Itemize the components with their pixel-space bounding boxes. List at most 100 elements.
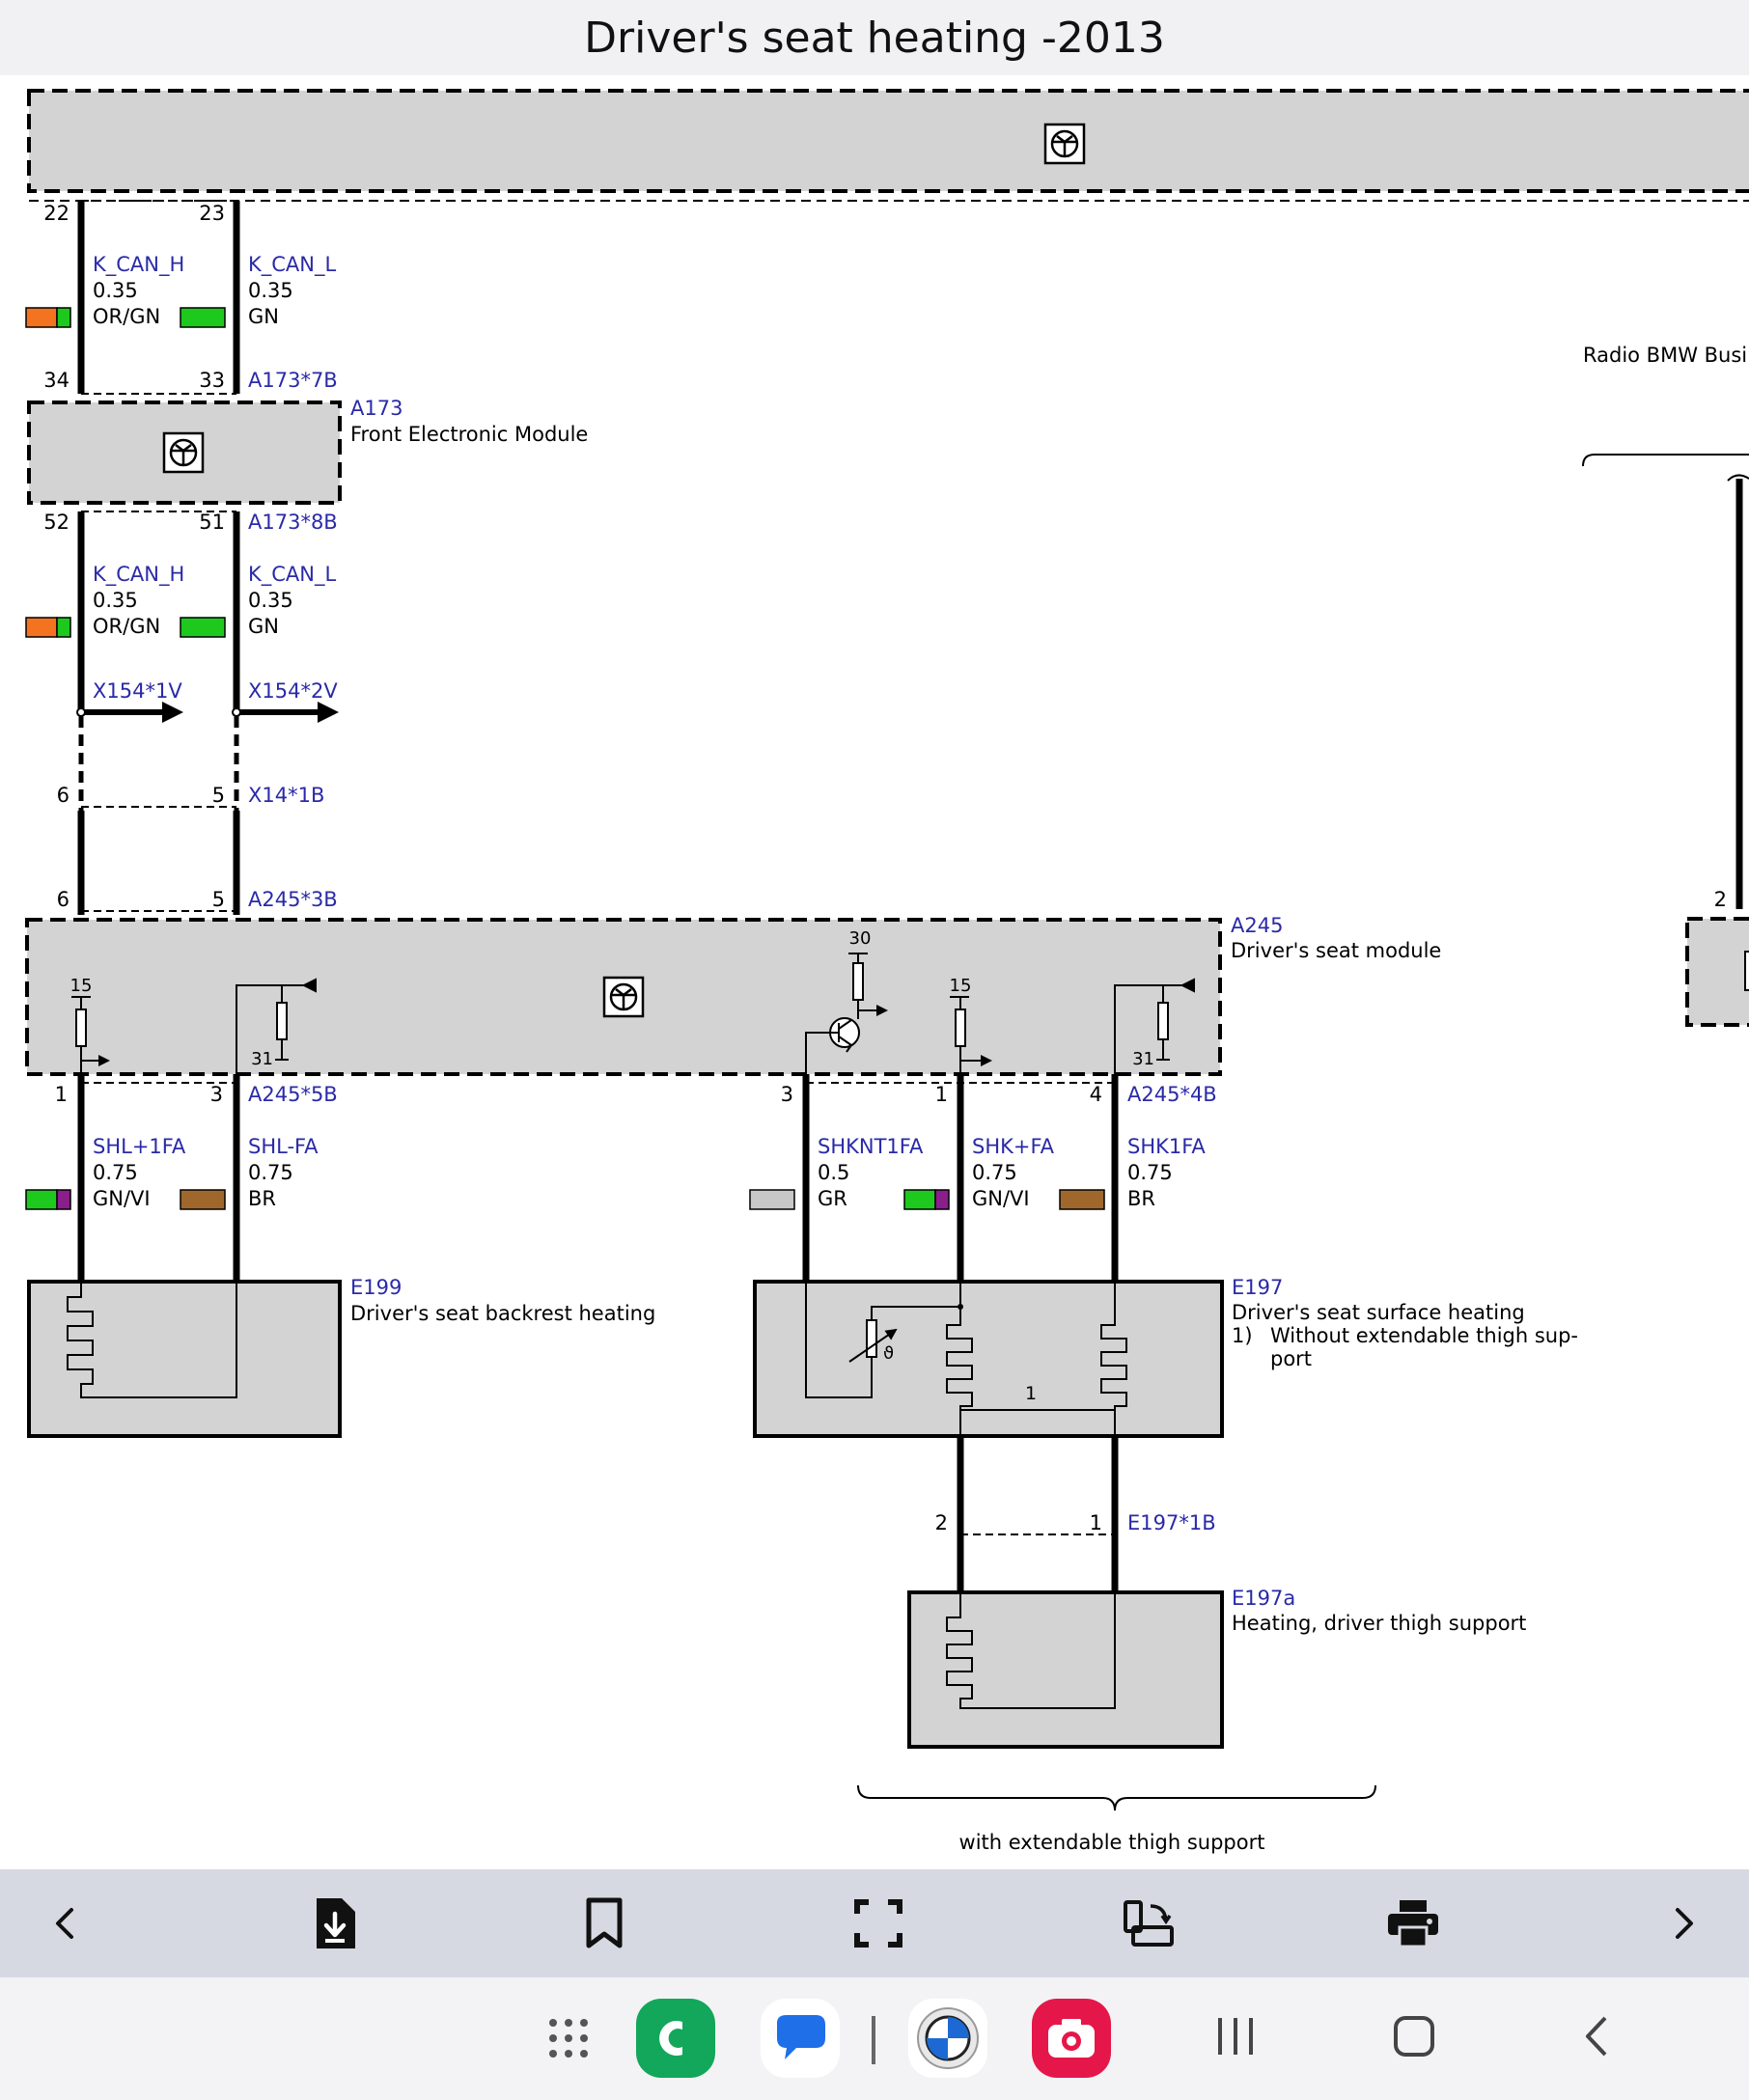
- pin-label: 3: [781, 1083, 793, 1106]
- wire-signal: SHL-FA: [248, 1135, 319, 1158]
- module-a173: [27, 401, 342, 505]
- rotate-screen-button[interactable]: [1106, 1881, 1191, 1966]
- component-e197a: [907, 1590, 1224, 1749]
- color-swatch-orange-green: [25, 307, 71, 328]
- footnote-text: port: [1270, 1347, 1312, 1370]
- module-name: Driver's seat module: [1231, 939, 1441, 962]
- fullscreen-icon: [854, 1899, 902, 1948]
- app-drawer-button[interactable]: [537, 2006, 600, 2070]
- title-bar: Driver's seat heating -2013: [0, 0, 1749, 75]
- branch-arrow: [240, 702, 339, 723]
- fullscreen-button[interactable]: [836, 1881, 921, 1966]
- print-button[interactable]: [1371, 1881, 1456, 1966]
- wire-color: GN/VI: [93, 1187, 151, 1210]
- component-name: Heating, driver thigh support: [1232, 1612, 1526, 1635]
- pin-label: 2: [935, 1511, 948, 1534]
- bmw-app-button[interactable]: [908, 1999, 987, 2078]
- wire-gauge: 0.35: [93, 279, 138, 302]
- wire-signal: K_CAN_L: [248, 253, 337, 277]
- wire-signal: SHL+1FA: [93, 1135, 186, 1158]
- next-page-button[interactable]: [1641, 1881, 1726, 1966]
- phone-app-button[interactable]: [636, 1999, 715, 2078]
- camera-app-icon: [1048, 2019, 1095, 2058]
- component-e197: ϑ 1: [753, 1280, 1224, 1438]
- camera-app-button[interactable]: [1032, 1999, 1111, 2078]
- module-id: A173: [350, 397, 403, 420]
- terminal-label: 15: [950, 976, 972, 996]
- connector-label: A245*5B: [248, 1083, 338, 1106]
- bus-module-icon: [1043, 123, 1086, 165]
- pin-label: 22: [43, 202, 69, 225]
- rotate-screen-icon: [1124, 1900, 1174, 1947]
- recents-button[interactable]: [1206, 2006, 1265, 2066]
- wire-color: OR/GN: [93, 305, 160, 328]
- pin-label: 23: [199, 202, 225, 225]
- wire-gauge: 0.35: [248, 279, 293, 302]
- wire-color: OR/GN: [93, 615, 160, 638]
- pin-label: 33: [199, 369, 225, 392]
- pin-label: 1: [55, 1083, 68, 1106]
- wire-gauge: 0.75: [972, 1161, 1017, 1184]
- wire-color: GN: [248, 615, 279, 638]
- print-icon: [1388, 1900, 1438, 1948]
- color-swatch-brown: [180, 1189, 226, 1210]
- wire-gauge: 0.75: [93, 1161, 138, 1184]
- messages-app-icon: [777, 2015, 825, 2059]
- pin-label: 34: [43, 369, 69, 392]
- bookmark-button[interactable]: [562, 1881, 647, 1966]
- color-swatch-green-violet: [25, 1189, 71, 1210]
- back-icon: [1586, 2016, 1607, 2057]
- color-swatch-orange-green: [25, 617, 71, 638]
- connector-label: A173*8B: [248, 511, 338, 534]
- radio-name: Radio BMW Busi: [1583, 344, 1747, 367]
- terminal-label: 31: [1132, 1049, 1154, 1069]
- bridge-label: 1: [1025, 1383, 1037, 1404]
- pin-label: 5: [212, 888, 225, 911]
- connector-label: A173*7B: [248, 369, 338, 392]
- wiring-diagram: 22 23 K_CAN_H 0.35 OR/GN K_CAN_L 0.35 GN…: [25, 89, 1749, 1854]
- wire-signal: SHKNT1FA: [818, 1135, 924, 1158]
- connector-label: X154*2V: [248, 679, 338, 703]
- radio-module-partial: [1685, 917, 1749, 1027]
- color-swatch-green: [180, 307, 226, 328]
- bmw-app-icon: [917, 2007, 979, 2069]
- wire-gauge: 0.75: [248, 1161, 293, 1184]
- app-drawer-icon: [549, 2019, 588, 2058]
- system-navigation-bar: [0, 1977, 1749, 2100]
- terminal-label: 31: [251, 1049, 273, 1069]
- component-id: E197a: [1232, 1587, 1295, 1610]
- recents-icon: [1218, 2018, 1253, 2055]
- wire-signal: SHK+FA: [972, 1135, 1055, 1158]
- wire-gauge: 0.5: [818, 1161, 849, 1184]
- pin-label: 5: [212, 784, 225, 807]
- bookmark-icon: [586, 1897, 623, 1948]
- back-button[interactable]: [1568, 2006, 1627, 2066]
- upper-can-labels: K_CAN_H 0.35 OR/GN K_CAN_L 0.35 GN: [25, 253, 337, 328]
- connector-label: E197*1B: [1127, 1511, 1216, 1534]
- pin-label: 6: [57, 784, 69, 807]
- messages-app-button[interactable]: [761, 1999, 840, 2078]
- phone-app-icon: [659, 2021, 682, 2056]
- prev-page-button[interactable]: [23, 1881, 108, 1966]
- terminal-label: 30: [849, 928, 872, 949]
- pin-label: 2: [1714, 888, 1727, 911]
- wire-color: BR: [1127, 1187, 1155, 1210]
- component-id: E199: [350, 1276, 402, 1299]
- branch-arrow: [85, 702, 183, 723]
- pin-label: 1: [935, 1083, 948, 1106]
- download-button[interactable]: [292, 1881, 377, 1966]
- color-swatch-green-violet: [903, 1189, 950, 1210]
- color-swatch-brown: [1059, 1189, 1105, 1210]
- pin-label: 6: [57, 888, 69, 911]
- component-name: Driver's seat surface heating: [1232, 1301, 1525, 1324]
- color-swatch-gray: [749, 1189, 795, 1210]
- home-button[interactable]: [1384, 2006, 1444, 2066]
- wire-color: BR: [248, 1187, 276, 1210]
- connector-label: X154*1V: [93, 679, 182, 703]
- pin-label: 3: [210, 1083, 223, 1106]
- component-name: Driver's seat backrest heating: [350, 1302, 655, 1325]
- wire-signal: K_CAN_H: [93, 253, 184, 277]
- color-swatch-green: [180, 617, 226, 638]
- module-name: Front Electronic Module: [350, 423, 588, 446]
- wire-gauge: 0.75: [1127, 1161, 1173, 1184]
